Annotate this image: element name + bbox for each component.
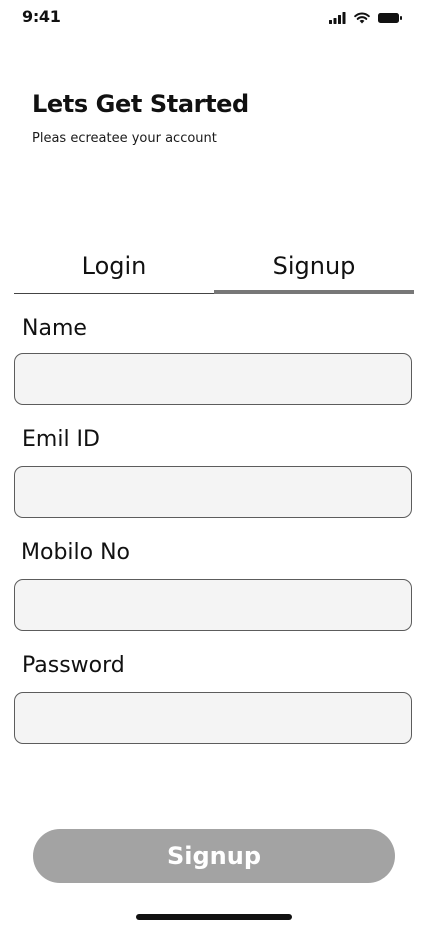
- status-time: 9:41: [22, 7, 61, 26]
- status-bar: 9:41: [0, 0, 428, 36]
- mobile-input[interactable]: [14, 579, 412, 631]
- signup-button[interactable]: Signup: [33, 829, 395, 883]
- battery-icon: [378, 9, 402, 28]
- tab-login[interactable]: Login: [14, 248, 214, 292]
- page-subtitle: Pleas ecreatee your account: [32, 131, 217, 146]
- home-indicator: [136, 914, 292, 920]
- email-label: Emil ID: [22, 427, 100, 452]
- signal-icon: [329, 9, 346, 28]
- name-input[interactable]: [14, 353, 412, 405]
- auth-tabs: Login Signup: [14, 248, 414, 295]
- password-input[interactable]: [14, 692, 412, 744]
- status-icons: [329, 9, 402, 28]
- page-title: Lets Get Started: [32, 90, 249, 118]
- active-tab-indicator: [214, 290, 414, 294]
- mobile-label: Mobilo No: [21, 540, 131, 565]
- tab-signup[interactable]: Signup: [214, 248, 414, 292]
- wifi-icon: [354, 9, 370, 28]
- password-label: Password: [22, 653, 125, 678]
- name-label: Name: [22, 316, 87, 341]
- email-input[interactable]: [14, 466, 412, 518]
